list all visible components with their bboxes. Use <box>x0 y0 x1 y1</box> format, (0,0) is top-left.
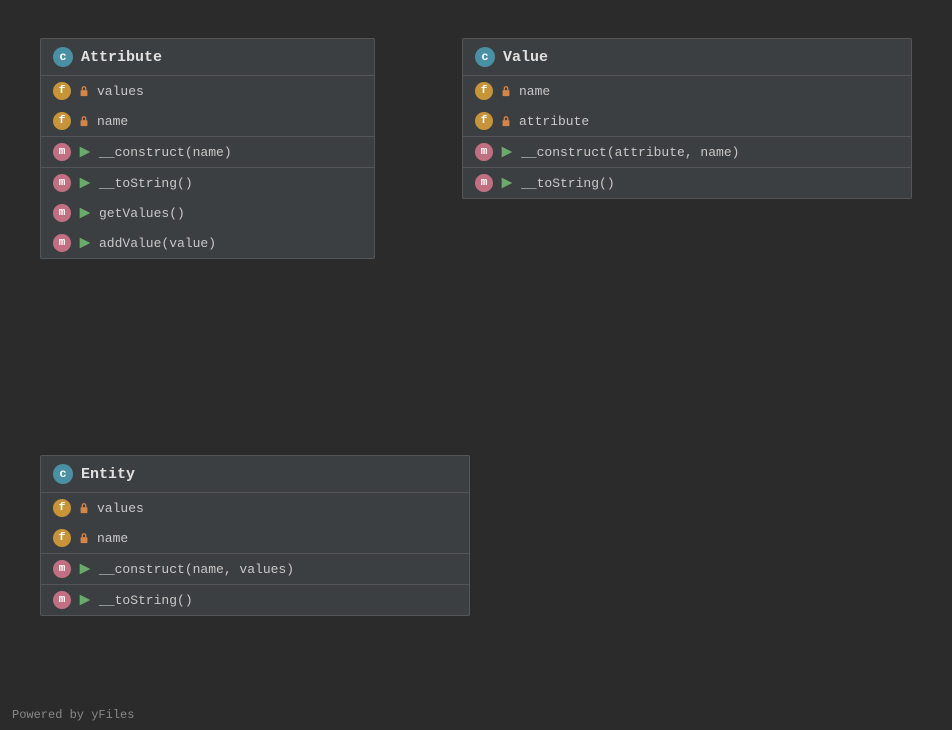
class-icon-entity: c <box>53 464 73 484</box>
method-name: __construct(name, values) <box>99 562 294 577</box>
field-name: values <box>97 501 144 516</box>
field-name: name <box>97 114 128 129</box>
table-row: m getValues() <box>41 198 374 228</box>
method-icon: m <box>475 174 493 192</box>
methods1-section-attribute: m __construct(name) <box>41 137 374 168</box>
arrow-icon <box>77 592 93 608</box>
method-icon: m <box>53 204 71 222</box>
method-name: __toString() <box>99 593 193 608</box>
method-name: __construct(name) <box>99 145 232 160</box>
method-name: __construct(attribute, name) <box>521 145 739 160</box>
methods2-section-entity: m __toString() <box>41 585 469 615</box>
class-title-value: Value <box>503 49 548 66</box>
arrow-icon <box>77 235 93 251</box>
arrow-icon <box>77 561 93 577</box>
table-row: m __toString() <box>41 585 469 615</box>
class-box-attribute: cAttributef valuesf namem __construct(na… <box>40 38 375 259</box>
class-box-entity: cEntityf valuesf namem __construct(name,… <box>40 455 470 616</box>
method-icon: m <box>475 143 493 161</box>
field-section-entity: f valuesf name <box>41 493 469 554</box>
table-row: f name <box>41 523 469 553</box>
field-icon: f <box>53 82 71 100</box>
class-icon-attribute: c <box>53 47 73 67</box>
field-icon: f <box>53 499 71 517</box>
class-header-entity: c Entity <box>41 456 469 493</box>
lock-icon <box>77 114 91 128</box>
method-name: addValue(value) <box>99 236 216 251</box>
arrow-icon <box>77 175 93 191</box>
method-icon: m <box>53 591 71 609</box>
arrow-icon <box>499 175 515 191</box>
table-row: f values <box>41 493 469 523</box>
lock-icon <box>77 501 91 515</box>
method-name: __toString() <box>99 176 193 191</box>
table-row: m __toString() <box>41 168 374 198</box>
method-icon: m <box>53 143 71 161</box>
arrow-icon <box>77 205 93 221</box>
methods1-section-entity: m __construct(name, values) <box>41 554 469 585</box>
arrow-icon <box>77 144 93 160</box>
table-row: m __construct(name) <box>41 137 374 167</box>
field-name: attribute <box>519 114 589 129</box>
table-row: m __toString() <box>463 168 911 198</box>
class-box-value: cValuef namef attributem __construct(att… <box>462 38 912 199</box>
methods2-section-attribute: m __toString()m getValues()m addValue(va… <box>41 168 374 258</box>
field-section-attribute: f valuesf name <box>41 76 374 137</box>
field-icon: f <box>53 529 71 547</box>
lock-icon <box>77 84 91 98</box>
method-icon: m <box>53 234 71 252</box>
lock-icon <box>499 114 513 128</box>
table-row: f name <box>463 76 911 106</box>
field-section-value: f namef attribute <box>463 76 911 137</box>
method-icon: m <box>53 174 71 192</box>
lock-icon <box>77 531 91 545</box>
field-icon: f <box>475 112 493 130</box>
methods2-section-value: m __toString() <box>463 168 911 198</box>
table-row: m __construct(name, values) <box>41 554 469 584</box>
table-row: m __construct(attribute, name) <box>463 137 911 167</box>
field-icon: f <box>53 112 71 130</box>
table-row: m addValue(value) <box>41 228 374 258</box>
class-title-attribute: Attribute <box>81 49 162 66</box>
method-name: getValues() <box>99 206 185 221</box>
field-name: name <box>97 531 128 546</box>
table-row: f name <box>41 106 374 136</box>
arrow-icon <box>499 144 515 160</box>
field-icon: f <box>475 82 493 100</box>
class-title-entity: Entity <box>81 466 135 483</box>
table-row: f attribute <box>463 106 911 136</box>
class-header-attribute: c Attribute <box>41 39 374 76</box>
field-name: name <box>519 84 550 99</box>
lock-icon <box>499 84 513 98</box>
method-name: __toString() <box>521 176 615 191</box>
class-header-value: c Value <box>463 39 911 76</box>
table-row: f values <box>41 76 374 106</box>
methods1-section-value: m __construct(attribute, name) <box>463 137 911 168</box>
diagram-canvas: cAttributef valuesf namem __construct(na… <box>0 0 952 730</box>
field-name: values <box>97 84 144 99</box>
method-icon: m <box>53 560 71 578</box>
class-icon-value: c <box>475 47 495 67</box>
powered-by-label: Powered by yFiles <box>12 708 134 722</box>
